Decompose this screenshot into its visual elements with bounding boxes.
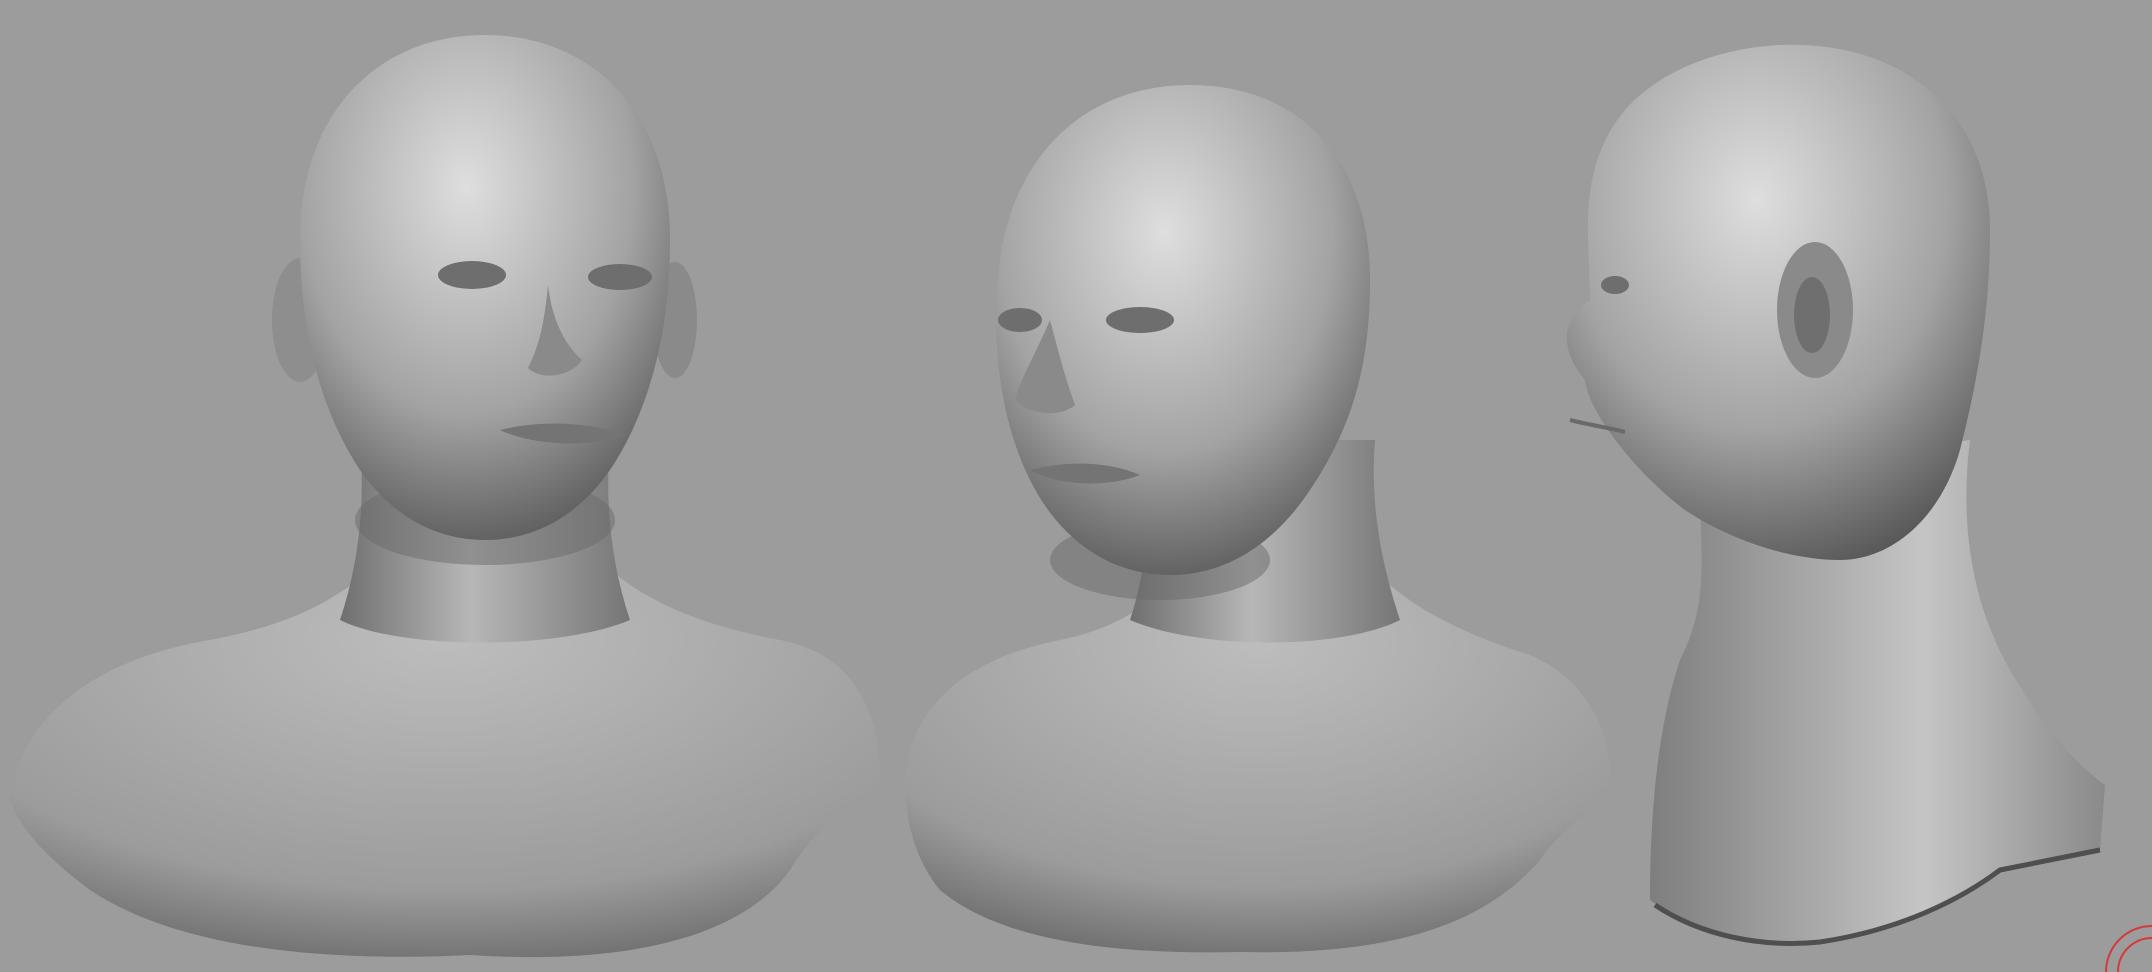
front-left-eye — [438, 261, 506, 289]
front-right-eye — [588, 264, 652, 290]
tq-left-eye — [998, 308, 1042, 332]
axis-gizmo-icon[interactable] — [2092, 912, 2152, 972]
side-eye — [1601, 276, 1629, 294]
gizmo-ring-outer — [2105, 925, 2152, 972]
sculpt-scene — [10, 35, 2105, 958]
bust-front-view[interactable] — [10, 35, 880, 958]
viewport-3d[interactable] — [0, 0, 2152, 972]
bust-three-quarter-view[interactable] — [905, 85, 1611, 953]
tq-right-eye — [1106, 307, 1174, 333]
side-ear-inner — [1794, 277, 1830, 353]
gizmo-ring-inner — [2117, 937, 2152, 972]
bust-side-profile-view[interactable] — [1566, 44, 2105, 946]
